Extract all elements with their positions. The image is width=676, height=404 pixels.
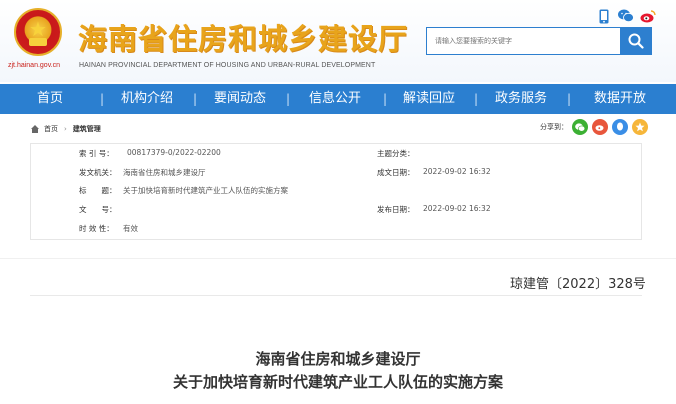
section-divider: [0, 258, 676, 259]
nav-news[interactable]: 要闻动态: [194, 84, 286, 114]
nav-about[interactable]: 机构介绍: [101, 84, 193, 114]
share-bar: 分享到：: [540, 119, 648, 135]
validity-value: 有效: [123, 224, 138, 233]
index-label: 索 引 号：: [79, 149, 114, 158]
date-label: 成文日期：: [377, 168, 415, 177]
title-label: 标 题：: [79, 186, 117, 195]
home-icon: [31, 125, 39, 133]
date-value: 2022-09-02 16:32: [423, 167, 491, 176]
mobile-icon[interactable]: [596, 8, 612, 24]
issuer-label: 发文机关：: [79, 168, 117, 177]
document-title-line1: 海南省住房和城乡建设厅: [255, 350, 421, 368]
publish-date-value: 2022-09-02 16:32: [423, 204, 491, 213]
share-weibo-icon[interactable]: [592, 119, 608, 135]
search-input[interactable]: [426, 27, 620, 55]
national-emblem-icon: ★: [14, 8, 62, 56]
site-subtitle: HAINAN PROVINCIAL DEPARTMENT OF HOUSING …: [79, 62, 376, 69]
document-info-table: 索 引 号： 00817379-0/2022-02200 主题分类： 发文机关：…: [30, 143, 642, 240]
site-url: zjt.hainan.gov.cn: [8, 62, 61, 69]
breadcrumb-arrow-icon: ›: [64, 125, 67, 133]
header-rule: [30, 295, 642, 296]
info-row: 索 引 号： 00817379-0/2022-02200 主题分类：: [31, 148, 641, 167]
nav-home[interactable]: 首页: [0, 84, 100, 114]
share-label: 分享到：: [540, 123, 568, 131]
search-button[interactable]: [620, 27, 652, 55]
share-qzone-icon[interactable]: [632, 119, 648, 135]
info-row: 标 题： 关于加快培育新时代建筑产业工人队伍的实施方案: [31, 185, 641, 204]
title-value: 关于加快培育新时代建筑产业工人队伍的实施方案: [123, 186, 288, 195]
site-header: ★ zjt.hainan.gov.cn 海南省住房和城乡建设厅 HAINAN P…: [0, 0, 676, 82]
search-icon: [628, 33, 644, 49]
validity-label: 时 效 性：: [79, 224, 114, 233]
issuer-value: 海南省住房和城乡建设厅: [123, 168, 206, 177]
nav-services[interactable]: 政务服务: [475, 84, 567, 114]
info-row: 发文机关： 海南省住房和城乡建设厅 成文日期： 2022-09-02 16:32: [31, 167, 641, 186]
wechat-icon[interactable]: [618, 8, 634, 24]
subject-label: 主题分类：: [377, 149, 415, 158]
info-row: 文 号： 发布日期： 2022-09-02 16:32: [31, 204, 641, 223]
document-number: 琼建管〔2022〕328号: [510, 277, 646, 292]
breadcrumb-current[interactable]: 建筑管理: [73, 124, 101, 134]
share-wechat-icon[interactable]: [572, 119, 588, 135]
docnum-label: 文 号：: [79, 205, 117, 214]
nav-interpretation[interactable]: 解读回应: [384, 84, 474, 114]
share-qq-icon[interactable]: [612, 119, 628, 135]
weibo-icon[interactable]: [640, 8, 656, 24]
breadcrumb-home[interactable]: 首页: [44, 124, 58, 134]
publish-date-label: 发布日期：: [377, 205, 415, 214]
nav-open-data[interactable]: 数据开放: [568, 84, 672, 114]
site-title[interactable]: 海南省住房和城乡建设厅: [78, 16, 408, 58]
index-value: 00817379-0/2022-02200: [127, 148, 221, 157]
document-title-line2: 关于加快培育新时代建筑产业工人队伍的实施方案: [172, 373, 503, 391]
main-nav: 首页 | 机构介绍 | 要闻动态 | 信息公开 | 解读回应 | 政务服务 | …: [0, 84, 676, 114]
info-row: 时 效 性： 有效: [31, 223, 641, 242]
top-icons: [596, 7, 656, 25]
nav-disclosure[interactable]: 信息公开: [287, 84, 383, 114]
